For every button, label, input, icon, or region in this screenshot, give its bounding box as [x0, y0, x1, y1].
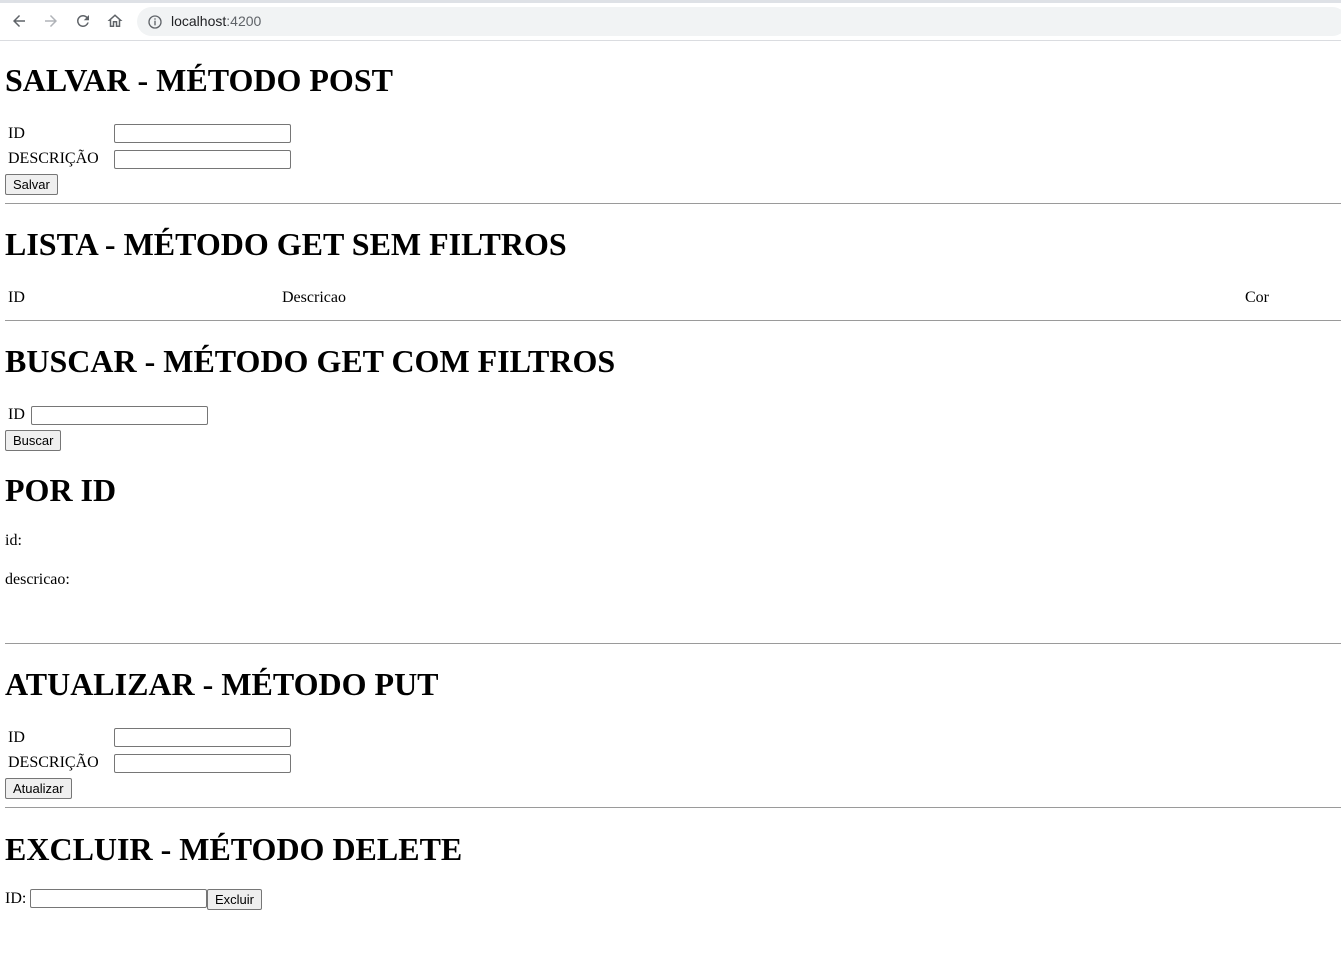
url-host: localhost: [171, 13, 227, 29]
por-id-id-label: id:: [5, 532, 22, 549]
salvar-descricao-input[interactable]: [114, 150, 291, 169]
excluir-id-input[interactable]: [30, 889, 207, 908]
divider: [5, 320, 1341, 321]
divider: [5, 807, 1341, 808]
excluir-title: EXCLUIR - MÉTODO DELETE: [5, 831, 463, 867]
excluir-button[interactable]: Excluir: [207, 889, 263, 910]
por-id-descricao-label: descricao:: [5, 571, 70, 588]
atualizar-title: ATUALIZAR - MÉTODO PUT: [5, 666, 439, 702]
lista-header-id: ID: [8, 289, 25, 306]
salvar-button[interactable]: Salvar: [5, 174, 58, 195]
reload-button[interactable]: [71, 9, 95, 33]
reload-icon: [76, 14, 89, 27]
forward-button[interactable]: [39, 9, 63, 33]
url-port: :4200: [226, 13, 262, 29]
atualizar-descricao-input[interactable]: [114, 754, 291, 773]
salvar-title: SALVAR - MÉTODO POST: [5, 62, 393, 98]
arrow-right-icon: [45, 15, 57, 27]
lista-header-cor: Cor: [1245, 289, 1269, 306]
home-button[interactable]: [103, 9, 127, 33]
tab-strip-edge: [0, 0, 1341, 3]
buscar-title: BUSCAR - MÉTODO GET COM FILTROS: [5, 343, 616, 379]
divider: [5, 203, 1341, 204]
address-bar[interactable]: localhost:4200: [137, 7, 1341, 36]
buscar-id-input[interactable]: [31, 406, 208, 425]
atualizar-descricao-label: DESCRIÇÃO: [8, 754, 99, 771]
salvar-id-label: ID: [8, 125, 25, 142]
salvar-descricao-label: DESCRIÇÃO: [8, 150, 99, 167]
excluir-id-label: ID:: [5, 890, 27, 907]
buscar-button[interactable]: Buscar: [5, 430, 62, 451]
atualizar-id-label: ID: [8, 729, 25, 746]
browser-toolbar: localhost:4200: [0, 0, 1341, 41]
home-icon: [107, 14, 123, 27]
buscar-id-label: ID: [8, 406, 25, 423]
arrow-left-icon: [13, 15, 25, 27]
url-text: localhost:4200: [171, 13, 261, 29]
lista-title: LISTA - MÉTODO GET SEM FILTROS: [5, 226, 567, 262]
lista-header-descricao: Descricao: [282, 289, 346, 306]
atualizar-id-input[interactable]: [114, 728, 291, 747]
atualizar-button[interactable]: Atualizar: [5, 778, 72, 799]
por-id-title: POR ID: [5, 472, 117, 508]
back-button[interactable]: [7, 9, 31, 33]
info-icon[interactable]: [147, 14, 163, 30]
divider: [5, 643, 1341, 644]
salvar-id-input[interactable]: [114, 124, 291, 143]
